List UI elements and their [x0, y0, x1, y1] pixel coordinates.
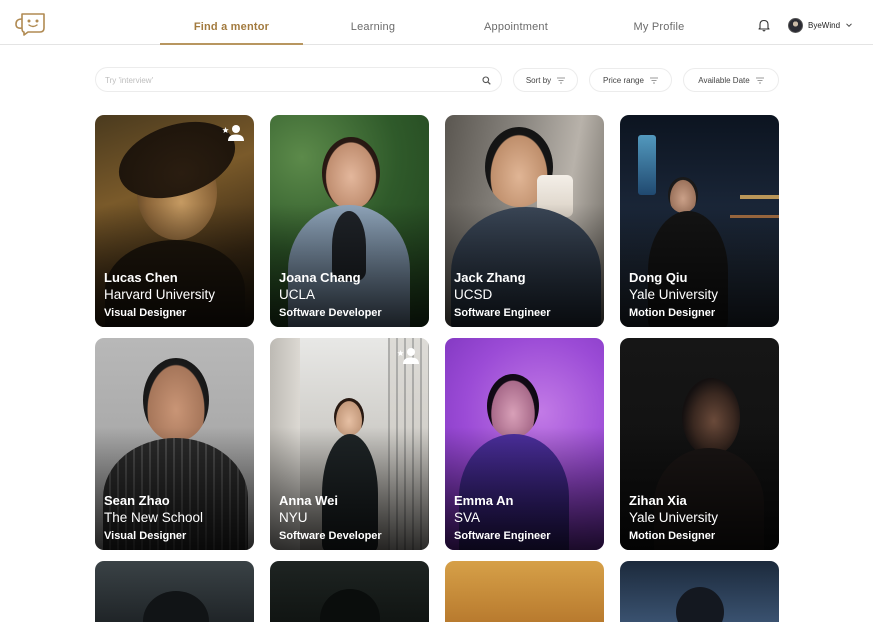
mentor-card[interactable] [270, 561, 429, 622]
avatar [788, 17, 803, 33]
mentor-card[interactable]: Joana Chang UCLA Software Developer [270, 115, 429, 327]
active-tab-indicator [160, 43, 303, 45]
available-date-label: Available Date [698, 75, 750, 85]
mentor-name: Joana Chang [279, 270, 361, 285]
mentor-name: Jack Zhang [454, 270, 526, 285]
mentor-school: Yale University [629, 510, 719, 525]
price-range-button[interactable]: Price range [589, 68, 672, 92]
mentor-role: Motion Designer [629, 307, 716, 319]
mentor-role: Software Engineer [454, 530, 551, 542]
add-favorite-icon[interactable] [396, 347, 420, 365]
mentor-name: Emma An [454, 493, 514, 508]
sort-by-label: Sort by [525, 75, 552, 85]
mentor-school: The New School [104, 510, 204, 525]
filter-icon [649, 77, 658, 83]
mentor-school: Yale University [629, 287, 719, 302]
mentor-role: Visual Designer [104, 530, 187, 542]
mentor-card[interactable]: Anna Wei NYU Software Developer [270, 338, 429, 550]
mentor-card[interactable]: Dong Qiu Yale University Motion Designer [620, 115, 779, 327]
mentor-card[interactable]: Sean Zhao The New School Visual Designer [95, 338, 254, 550]
mentor-name: Lucas Chen [104, 270, 178, 285]
mentor-role: Software Developer [279, 530, 382, 542]
mentor-card[interactable] [445, 561, 604, 622]
mentor-role: Software Engineer [454, 307, 551, 319]
mentor-card[interactable]: Lucas Chen Harvard University Visual Des… [95, 115, 254, 327]
mentor-school: SVA [454, 510, 481, 525]
chevron-down-icon [846, 23, 852, 28]
mentor-card[interactable] [95, 561, 254, 622]
mentor-card[interactable]: Jack Zhang UCSD Software Engineer [445, 115, 604, 327]
logo-icon[interactable] [14, 10, 48, 36]
tab-my-profile[interactable]: My Profile [599, 0, 719, 45]
mentor-school: UCSD [454, 287, 493, 302]
mentor-card[interactable] [620, 561, 779, 622]
available-date-button[interactable]: Available Date [683, 68, 779, 92]
mentor-school: NYU [279, 510, 308, 525]
tab-appointment[interactable]: Appointment [456, 0, 576, 45]
mentor-role: Visual Designer [104, 307, 187, 319]
filter-icon [557, 77, 566, 83]
notification-bell-icon[interactable] [757, 18, 771, 32]
mentor-card[interactable]: Zihan Xia Yale University Motion Designe… [620, 338, 779, 550]
mentor-name: Sean Zhao [104, 493, 170, 508]
user-name: ByeWind [808, 20, 841, 30]
add-favorite-icon[interactable] [221, 124, 245, 142]
mentor-role: Motion Designer [629, 530, 716, 542]
price-range-label: Price range [603, 75, 644, 85]
mentor-name: Dong Qiu [629, 270, 688, 285]
tab-find-a-mentor[interactable]: Find a mentor [160, 0, 303, 45]
mentor-school: UCLA [279, 287, 316, 302]
top-navigation-bar: Find a mentor Learning Appointment My Pr… [0, 0, 873, 45]
mentor-school: Harvard University [104, 287, 216, 302]
sort-by-button[interactable]: Sort by [513, 68, 578, 92]
filter-icon [755, 77, 764, 83]
search-box [95, 67, 502, 92]
search-icon[interactable] [482, 76, 491, 85]
search-input[interactable] [105, 73, 465, 87]
tab-learning[interactable]: Learning [313, 0, 433, 45]
mentor-name: Anna Wei [279, 493, 338, 508]
user-menu[interactable]: ByeWind [788, 17, 853, 33]
mentor-name: Zihan Xia [629, 493, 687, 508]
mentor-role: Software Developer [279, 307, 382, 319]
mentor-card[interactable]: Emma An SVA Software Engineer [445, 338, 604, 550]
